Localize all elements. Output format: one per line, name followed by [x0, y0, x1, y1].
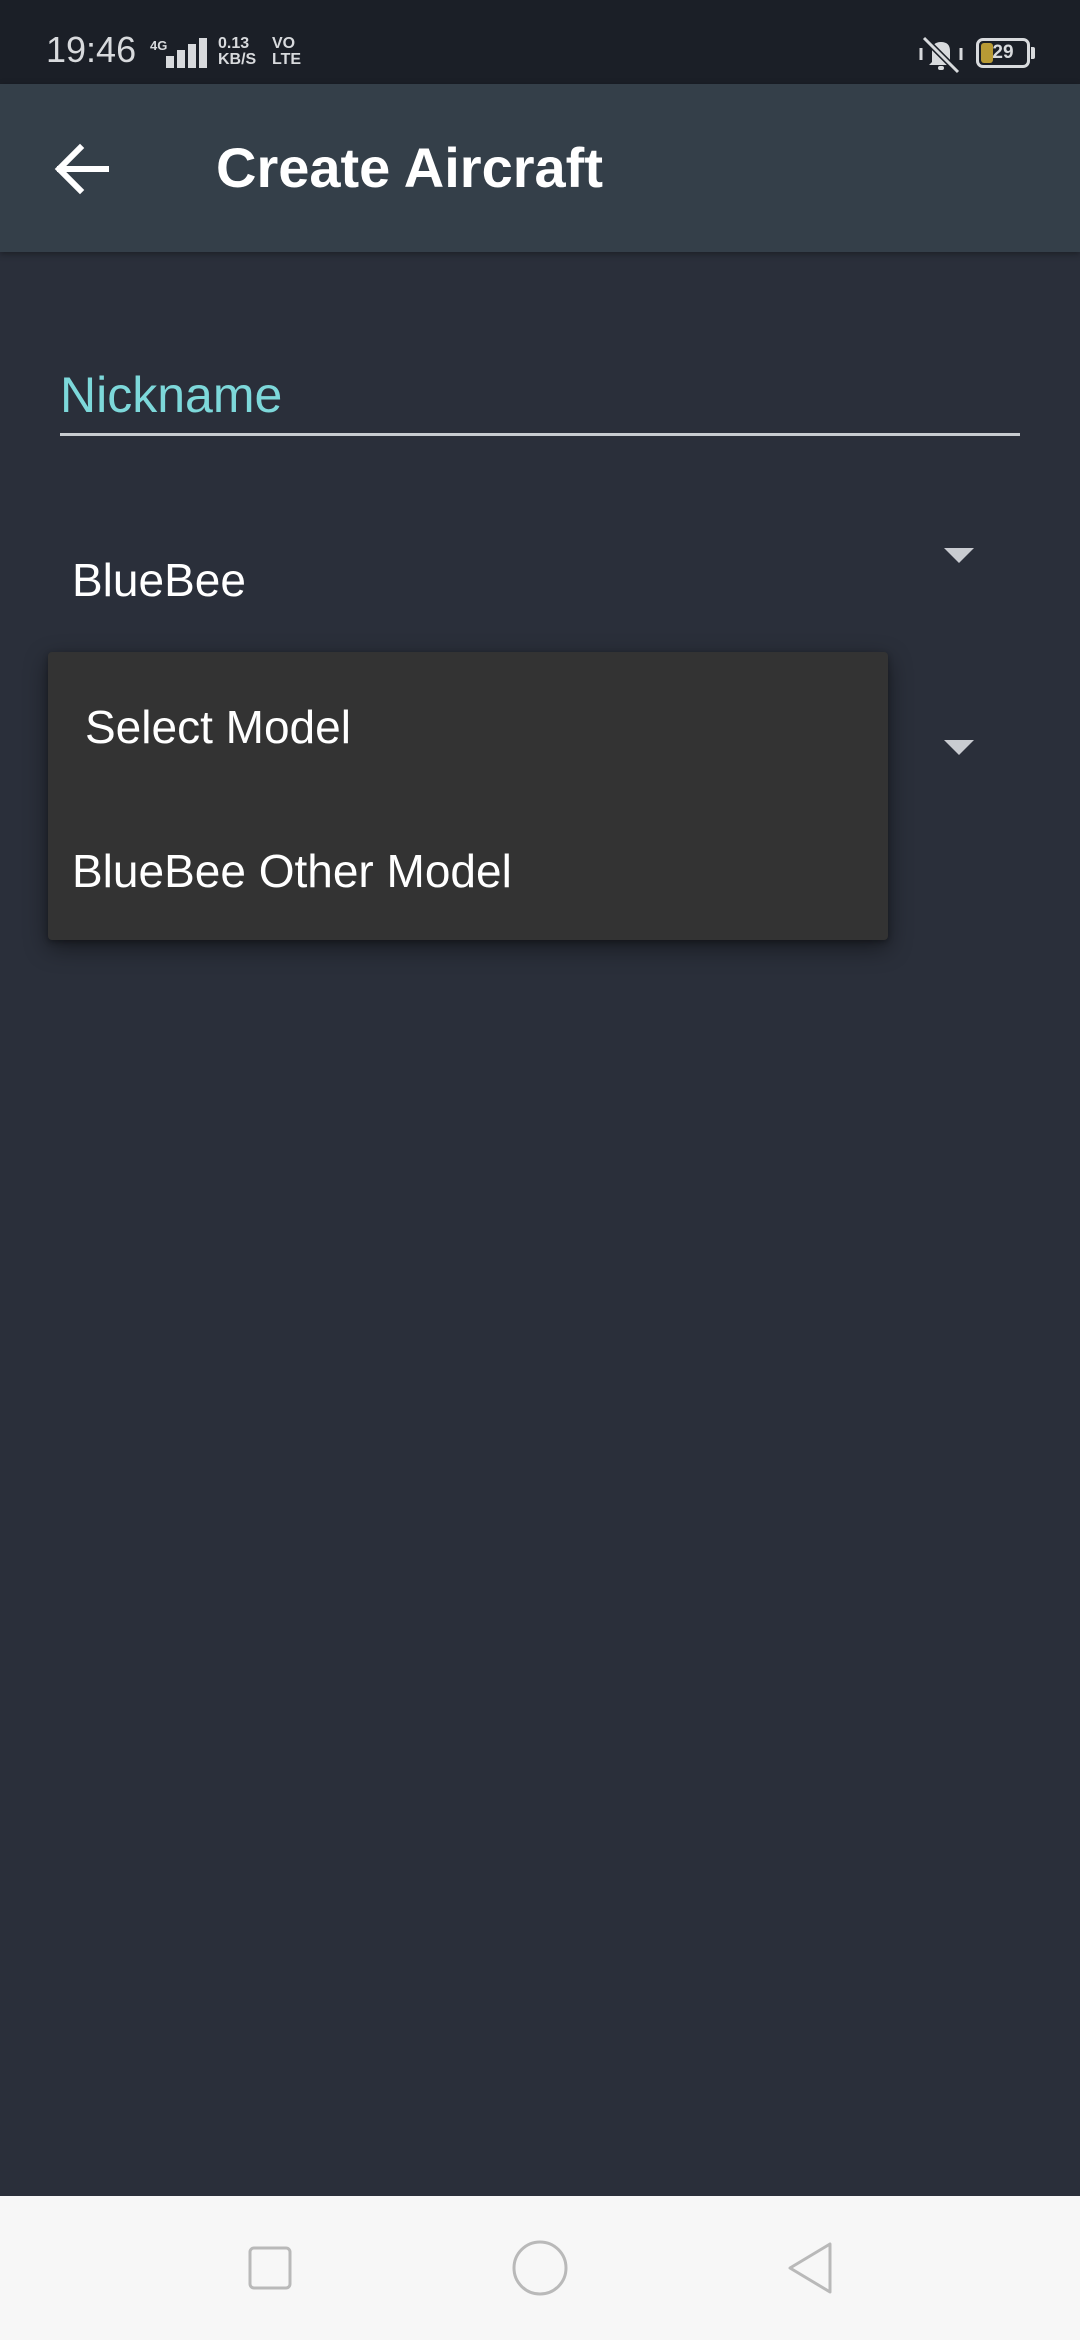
battery-percent: 29	[992, 42, 1014, 63]
nickname-input[interactable]	[60, 360, 1020, 430]
signal-icon	[162, 38, 208, 68]
volte-bottom: LTE	[272, 51, 302, 68]
volte-top: VO	[272, 35, 296, 52]
vibrate-mute-icon	[919, 35, 963, 74]
chevron-down-icon	[944, 548, 974, 563]
navigation-bar	[0, 2196, 1080, 2340]
app-bar: Create Aircraft	[0, 84, 1080, 252]
dropdown-option-label: Select Model	[85, 701, 351, 753]
back-nav-icon[interactable]	[772, 2230, 848, 2306]
battery-nub	[1031, 47, 1035, 59]
network-speed: 0.13 KB/S	[218, 36, 256, 68]
volte-indicator: VO LTE	[272, 36, 301, 68]
arrow-left-icon	[54, 143, 109, 195]
battery-icon: 29	[976, 38, 1030, 68]
home-icon[interactable]	[502, 2230, 578, 2306]
model-dropdown-menu: Select Model BlueBee Other Model	[48, 652, 888, 940]
status-time: 19:46	[46, 29, 137, 70]
network-speed-value: 0.13	[218, 35, 250, 52]
chevron-down-icon	[944, 740, 974, 755]
recent-apps-icon[interactable]	[232, 2230, 308, 2306]
make-select-value: BlueBee	[72, 554, 246, 606]
status-bar: 19:46 4G 0.13 KB/S VO LTE 29	[0, 0, 1080, 84]
dropdown-option-label: BlueBee Other Model	[72, 845, 512, 897]
dropdown-option-bluebee-other-model[interactable]: BlueBee Other Model	[48, 796, 888, 940]
back-button[interactable]	[44, 134, 124, 204]
page-title: Create Aircraft	[216, 136, 603, 199]
make-select[interactable]: BlueBee	[60, 530, 1020, 630]
network-speed-unit: KB/S	[218, 51, 257, 68]
nickname-field	[60, 360, 1020, 436]
dropdown-option-select-model[interactable]: Select Model	[48, 652, 888, 796]
